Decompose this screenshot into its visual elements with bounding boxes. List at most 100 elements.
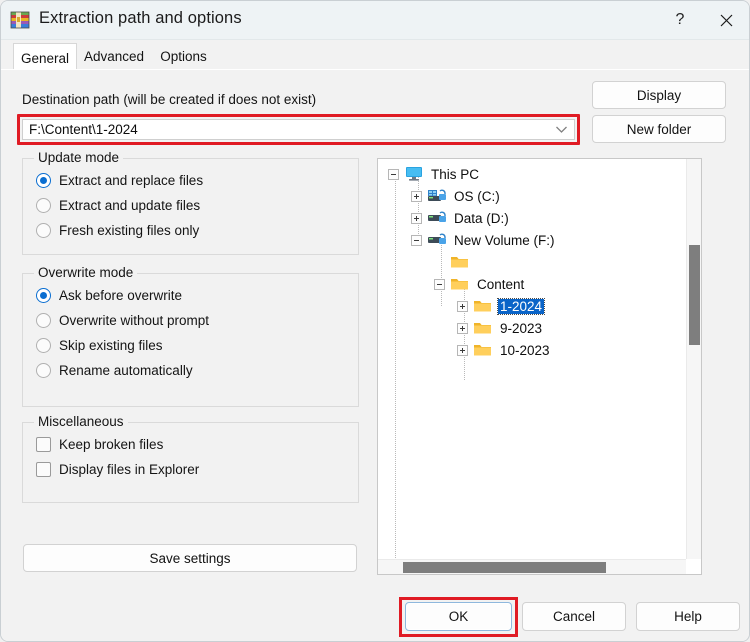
tree-connector xyxy=(395,175,396,570)
display-button[interactable]: Display xyxy=(592,81,726,109)
checkbox-keep-broken-files[interactable]: Keep broken files xyxy=(36,437,163,452)
radio-indicator xyxy=(36,363,51,378)
tree-node-label: 9-2023 xyxy=(500,320,543,336)
help-button-label: Help xyxy=(674,609,702,624)
tree-node-9-2023[interactable]: 9-2023 xyxy=(457,317,544,339)
miscellaneous-title: Miscellaneous xyxy=(34,414,128,429)
tree-node-1-2024[interactable]: 1-2024 xyxy=(457,295,546,317)
radio-extract-and-replace-files[interactable]: Extract and replace files xyxy=(36,173,203,188)
drive-icon xyxy=(427,232,447,248)
checkbox-indicator xyxy=(36,462,51,477)
folder-tree[interactable]: This PC OS (C:) Data (D:) New Volume (F:… xyxy=(377,158,702,575)
save-settings-label: Save settings xyxy=(149,550,231,566)
update-mode-group: Update mode Extract and replace files Ex… xyxy=(22,150,359,255)
folder-icon xyxy=(473,320,493,336)
checkbox-display-files-in-explorer[interactable]: Display files in Explorer xyxy=(36,462,199,477)
tree-node-10-2023[interactable]: 10-2023 xyxy=(457,339,552,361)
update-mode-title: Update mode xyxy=(34,150,124,165)
folder-icon xyxy=(473,298,493,314)
new-folder-button[interactable]: New folder xyxy=(592,115,726,143)
radio-indicator xyxy=(36,173,51,188)
tab-advanced[interactable]: Advanced xyxy=(77,43,151,70)
radio-indicator xyxy=(36,288,51,303)
this-pc-icon xyxy=(404,166,424,182)
expand-icon[interactable] xyxy=(411,212,422,224)
general-tab-panel: Destination path (will be created if doe… xyxy=(1,70,749,641)
expand-icon[interactable] xyxy=(457,322,468,334)
question-mark-icon: ? xyxy=(675,11,685,28)
window-title: Extraction path and options xyxy=(39,9,242,27)
close-icon xyxy=(719,13,734,28)
radio-fresh-existing-files-only[interactable]: Fresh existing files only xyxy=(36,223,199,238)
radio-rename-automatically[interactable]: Rename automatically xyxy=(36,363,193,378)
radio-indicator xyxy=(36,313,51,328)
checkbox-indicator xyxy=(36,437,51,452)
tree-node-label: This PC xyxy=(431,166,480,182)
chevron-down-icon[interactable] xyxy=(548,120,574,139)
tree-node-unnamed-folder[interactable] xyxy=(434,251,479,273)
winrar-icon xyxy=(9,9,31,31)
option-label: Display files in Explorer xyxy=(59,462,200,477)
tree-node-label: 1-2024 xyxy=(496,297,546,315)
tree-node-label: Content xyxy=(477,276,525,292)
tree-node-os-c[interactable]: OS (C:) xyxy=(411,185,502,207)
extraction-options-dialog: Extraction path and options ? General Ad… xyxy=(0,0,750,642)
new-folder-button-label: New folder xyxy=(626,121,692,137)
radio-skip-existing-files[interactable]: Skip existing files xyxy=(36,338,163,353)
tree-vertical-scrollbar-thumb[interactable] xyxy=(689,245,700,345)
collapse-icon[interactable] xyxy=(434,278,445,290)
option-label: Rename automatically xyxy=(59,363,193,378)
radio-indicator xyxy=(36,338,51,353)
cancel-button[interactable]: Cancel xyxy=(522,602,626,631)
help-button[interactable]: Help xyxy=(636,602,740,631)
option-label: Keep broken files xyxy=(59,437,164,452)
destination-path-input[interactable]: F:\Content\1-2024 xyxy=(22,119,575,140)
tab-advanced-label: Advanced xyxy=(83,49,145,64)
tree-horizontal-scrollbar-thumb[interactable] xyxy=(403,562,606,573)
expand-icon[interactable] xyxy=(457,300,468,312)
tab-general-label: General xyxy=(20,50,70,66)
folder-icon xyxy=(473,342,493,358)
tree-node-label: New Volume (F:) xyxy=(454,232,555,248)
close-button[interactable] xyxy=(703,1,749,39)
overwrite-mode-group: Overwrite mode Ask before overwrite Over… xyxy=(22,265,359,407)
tree-node-label: OS (C:) xyxy=(454,188,500,204)
tree-horizontal-scrollbar[interactable] xyxy=(378,559,686,574)
title-bar: Extraction path and options ? xyxy=(1,1,749,40)
cancel-button-label: Cancel xyxy=(552,609,596,624)
miscellaneous-group: Miscellaneous Keep broken files Display … xyxy=(22,414,359,503)
save-settings-button[interactable]: Save settings xyxy=(23,544,357,572)
display-button-label: Display xyxy=(636,87,682,103)
expand-icon[interactable] xyxy=(411,190,422,202)
radio-ask-before-overwrite[interactable]: Ask before overwrite xyxy=(36,288,182,303)
tree-node-content[interactable]: Content xyxy=(434,273,526,295)
destination-path-label: Destination path (will be created if doe… xyxy=(22,92,317,107)
drive-icon xyxy=(427,210,447,226)
option-label: Extract and replace files xyxy=(59,173,204,188)
tree-node-new-volume-f[interactable]: New Volume (F:) xyxy=(411,229,557,251)
radio-indicator xyxy=(36,223,51,238)
radio-extract-and-update-files[interactable]: Extract and update files xyxy=(36,198,200,213)
collapse-icon[interactable] xyxy=(411,234,422,246)
folder-icon xyxy=(450,254,470,270)
tab-strip: General Advanced Options xyxy=(1,40,749,72)
expand-icon[interactable] xyxy=(457,344,468,356)
overwrite-mode-title: Overwrite mode xyxy=(34,265,138,280)
tree-node-data-d[interactable]: Data (D:) xyxy=(411,207,511,229)
destination-path-value: F:\Content\1-2024 xyxy=(29,122,138,137)
tree-node-label: Data (D:) xyxy=(454,210,509,226)
help-title-button[interactable]: ? xyxy=(657,1,703,39)
ok-button-label: OK xyxy=(448,609,469,624)
tab-options-label: Options xyxy=(160,49,207,64)
tab-general[interactable]: General xyxy=(13,43,77,72)
tree-node-this-pc[interactable]: This PC xyxy=(388,163,481,185)
ok-button[interactable]: OK xyxy=(405,602,512,631)
option-label: Skip existing files xyxy=(59,338,163,353)
option-label: Overwrite without prompt xyxy=(59,313,210,328)
folder-icon xyxy=(450,276,470,292)
collapse-icon[interactable] xyxy=(388,168,399,180)
tab-options[interactable]: Options xyxy=(151,43,216,70)
option-label: Extract and update files xyxy=(59,198,201,213)
radio-overwrite-without-prompt[interactable]: Overwrite without prompt xyxy=(36,313,209,328)
tree-vertical-scrollbar[interactable] xyxy=(686,159,701,559)
